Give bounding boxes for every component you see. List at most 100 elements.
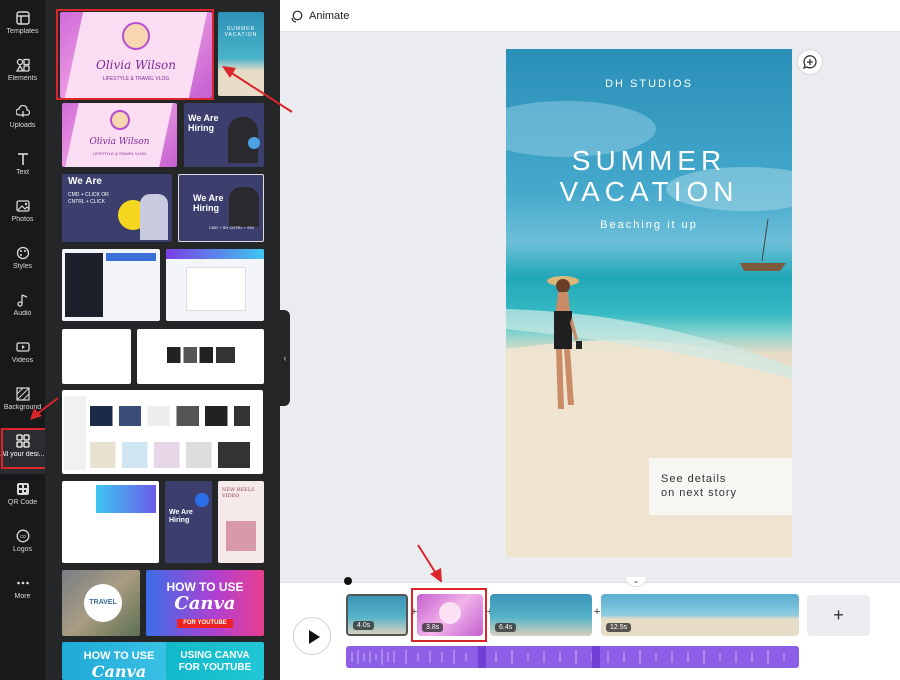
audio-track[interactable] [346,646,799,668]
design-thumbnail[interactable]: We Are Hiring [165,481,212,563]
thumbnail-title: We Are Hiring [193,193,224,213]
more-icon [16,581,29,585]
highlight-box [56,9,214,100]
canvas-title-line1[interactable]: SUMMER [506,145,792,177]
collapse-panel-handle[interactable]: ‹ [280,310,290,406]
qr-code-icon [16,483,29,495]
thumbnail-subtitle: CMD + CLICK OR CNTRL + CLICK [68,192,109,205]
screenshot-shape [65,253,103,317]
details-line2: on next story [661,487,737,499]
timeline-clip[interactable]: 6.4s [490,594,592,636]
highlight-box [411,588,487,642]
design-thumbnail[interactable]: HOW TO USE Canva [62,642,176,680]
uploads-icon [15,105,30,117]
sidebar-item-styles[interactable]: Styles [0,240,45,286]
text-icon [17,153,28,165]
sidebar-item-label: Logos [12,546,33,553]
thumbnail-title: USING CANVA [180,650,250,661]
screenshot-shape [106,253,156,261]
thumbnail-title: We Are Hiring [188,113,219,133]
design-thumbnail[interactable] [62,329,131,384]
design-thumbnail[interactable] [137,329,264,384]
sidebar-item-label: Text [16,169,29,176]
canvas-title-line2[interactable]: VACATION [506,176,792,208]
sidebar-item-qr-code[interactable]: QR Code [0,476,45,522]
person-silhouette [229,187,259,227]
playhead-marker[interactable] [344,577,352,585]
details-line1: See details [661,473,727,485]
details-box[interactable]: See details on next story [649,458,792,515]
thumbnail-title: HOW TO USE [83,650,155,662]
photos-icon [15,200,30,212]
videos-icon [15,342,30,352]
thumbnail-title: HOW TO USE [166,580,244,594]
sidebar-item-photos[interactable]: Photos [0,193,45,239]
person-silhouette [140,194,168,240]
sidebar-item-label: More [14,593,31,600]
design-thumbnail[interactable] [62,390,263,474]
add-page-button[interactable]: + [807,595,870,636]
sidebar-item-text[interactable]: Text [0,146,45,192]
design-thumbnail[interactable] [62,249,160,321]
play-icon [309,630,320,644]
chevron-down-icon: ⌄ [632,576,640,585]
logos-icon: co [16,529,29,543]
design-thumbnail[interactable] [62,481,159,563]
editor-toolbar: Animate [280,0,900,32]
animate-button[interactable]: Animate [290,8,349,24]
canvas-subtitle[interactable]: Beaching it up [506,219,792,231]
thumbnail-title: Olivia Wilson [89,137,150,147]
animate-label: Animate [309,10,350,22]
screenshot-shape [96,485,156,513]
clip-duration: 12.5s [606,623,632,632]
sidebar-item-audio[interactable]: Audio [0,287,45,333]
designs-panel: Olivia Wilson LIFESTYLE & TRAVEL VLOG SU… [45,0,280,680]
sidebar-item-templates[interactable]: Templates [0,5,45,51]
thumbnail-title: SUMMER VACATION [224,26,258,38]
design-thumbnail[interactable]: Olivia Wilson LIFESTYLE & TRAVEL VLOG [62,103,177,167]
comment-plus-icon [802,55,817,70]
highlight-box [1,428,50,469]
clip-duration: 6.4s [495,623,517,632]
design-thumbnail[interactable]: USING CANVA FOR YOUTUBE [166,642,264,680]
expand-timeline-toggle[interactable]: ⌄ [625,577,647,587]
design-thumbnail[interactable]: We Are CMD + CLICK OR CNTRL + CLICK [62,174,172,242]
design-thumbnail[interactable] [166,249,264,321]
timeline-clip[interactable]: 4.0s [346,594,408,636]
sidebar-item-label: Templates [6,28,39,35]
sidebar-item-elements[interactable]: Elements [0,52,45,98]
design-canvas[interactable]: DH STUDIOS SUMMER VACATION Beaching it u… [506,49,792,557]
design-thumbnail[interactable]: NEW REELS VIDEO [218,481,264,563]
thumbnail-subtitle: Canva [174,593,236,614]
design-thumbnail[interactable]: TRAVEL [62,570,140,636]
add-comment-button[interactable] [797,49,823,75]
sidebar-item-more[interactable]: More [0,570,45,616]
timeline-clip[interactable]: 12.5s [601,594,799,636]
screenshot-shape [90,442,250,468]
sidebar-item-background[interactable]: Background [0,381,45,427]
sidebar-item-label: Audio [13,310,32,317]
audio-icon [16,294,27,307]
sidebar-item-label: Elements [7,75,38,82]
design-thumbnail[interactable]: We Are Hiring CMD + SH CNTRL + SHI [178,174,264,242]
chevron-left-icon: ‹ [283,353,287,363]
thumbnail-subtitle: CMD + SH CNTRL + SHI [209,225,254,230]
play-button[interactable] [293,617,331,655]
design-thumbnail[interactable]: HOW TO USE Canva FOR YOUTUBE [146,570,264,636]
thumbnail-subtitle: Canva [91,662,147,680]
sidebar-item-videos[interactable]: Videos [0,334,45,380]
thumbnail-shape [226,521,256,551]
sidebar-item-uploads[interactable]: Uploads [0,99,45,145]
screenshot-shape [90,406,250,426]
sidebar-item-label: Styles [12,263,33,270]
design-thumbnail[interactable]: We Are Hiring [184,103,264,167]
sidebar-item-logos[interactable]: co Logos [0,523,45,569]
sidebar-item-label: Videos [11,357,34,364]
design-thumbnail[interactable]: SUMMER VACATION [218,12,264,96]
sidebar-item-label: Background [3,404,42,411]
screenshot-shape [186,267,246,311]
studio-label[interactable]: DH STUDIOS [506,78,792,90]
thumbnail-subtitle: FOR YOUTUBE [178,662,252,673]
left-nav-rail: Templates Elements Uploads Text Photos S… [0,0,45,680]
clip-duration: 4.0s [353,621,375,630]
